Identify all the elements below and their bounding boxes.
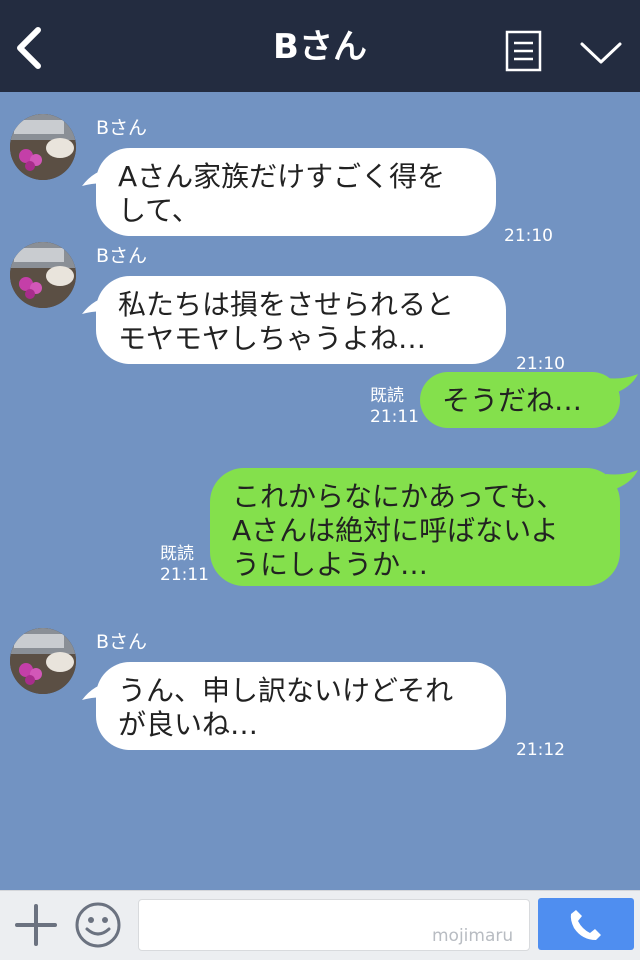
avatar-photo-icon: [10, 242, 76, 308]
message-time: 21:12: [516, 740, 565, 760]
back-button[interactable]: [10, 24, 54, 72]
message-row: 既読 21:11 そうだね…: [0, 370, 640, 436]
message-row: 既読 21:11 これからなにかあっても、 Aさんは絶対に呼ばないよ うにしよう…: [0, 468, 640, 592]
smiley-icon: [75, 902, 121, 948]
message-row: Bさん 私たちは損をさせられると モヤモヤしちゃうよね… 21:10: [0, 242, 640, 374]
avatar-photo-icon: [10, 114, 76, 180]
message-row: Bさん Aさん家族だけすごく得を して、 21:10: [0, 114, 640, 246]
read-label: 既読: [370, 386, 404, 406]
watermark: mojimaru: [432, 926, 514, 946]
message-bubble[interactable]: Aさん家族だけすごく得を して、: [96, 148, 496, 236]
chat-area[interactable]: Bさん Aさん家族だけすごく得を して、 21:10 Bさん 私たちは損をさせら…: [0, 92, 640, 890]
message-bubble[interactable]: うん、申し訳ないけどそれ が良いね…: [96, 662, 506, 750]
attach-button[interactable]: [14, 903, 58, 947]
document-list-icon: [505, 30, 542, 72]
emoji-button[interactable]: [74, 901, 122, 949]
read-label: 既読: [160, 544, 194, 564]
message-time: 21:11: [160, 565, 209, 585]
sender-name: Bさん: [96, 245, 148, 267]
message-row: Bさん うん、申し訳ないけどそれ が良いね… 21:12: [0, 628, 640, 760]
notes-button[interactable]: [504, 30, 544, 74]
chat-header: Bさん: [0, 0, 640, 92]
bubble-tail: [606, 374, 638, 396]
message-bubble[interactable]: 私たちは損をさせられると モヤモヤしちゃうよね…: [96, 276, 506, 364]
chevron-left-icon: [17, 27, 41, 69]
dropdown-button[interactable]: [578, 36, 624, 70]
sender-name: Bさん: [96, 631, 148, 653]
avatar-photo-icon: [10, 628, 76, 694]
chevron-down-icon: [580, 42, 622, 64]
message-bubble[interactable]: これからなにかあっても、 Aさんは絶対に呼ばないよ うにしようか…: [210, 468, 620, 586]
bubble-tail: [606, 470, 638, 492]
read-receipt: 既読 21:11: [370, 386, 419, 428]
plus-icon: [15, 904, 57, 946]
call-button[interactable]: [538, 898, 634, 950]
phone-icon: [570, 910, 601, 940]
page-title: Bさん: [273, 27, 367, 67]
message-bubble[interactable]: そうだね…: [420, 372, 620, 428]
avatar[interactable]: [10, 114, 76, 180]
read-receipt: 既読 21:11: [160, 544, 209, 586]
message-time: 21:11: [370, 407, 419, 427]
avatar[interactable]: [10, 242, 76, 308]
avatar[interactable]: [10, 628, 76, 694]
sender-name: Bさん: [96, 117, 148, 139]
